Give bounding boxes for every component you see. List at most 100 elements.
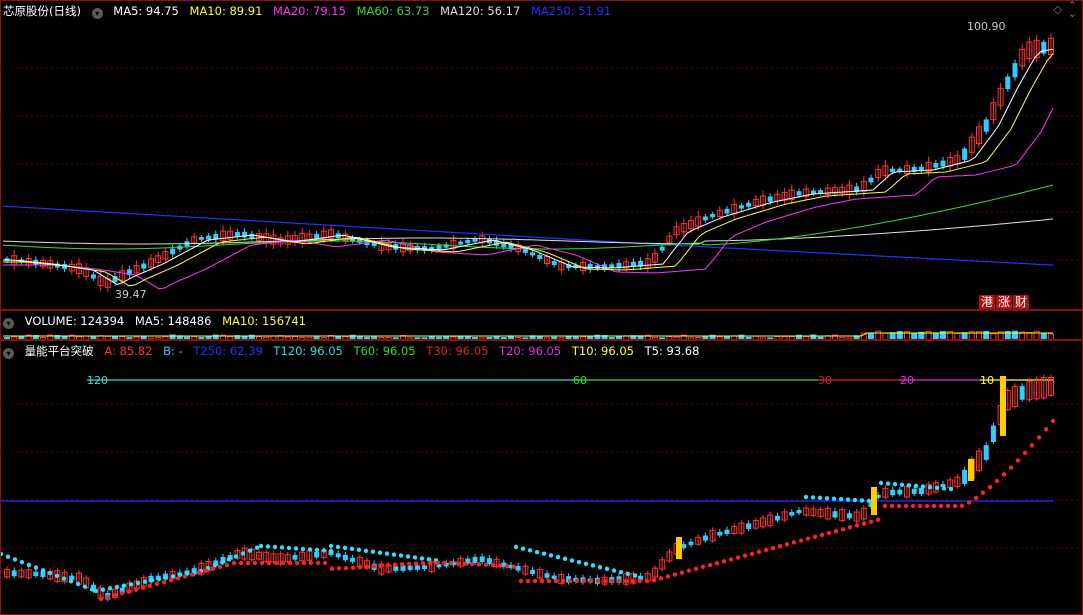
resistance-dot	[562, 556, 568, 561]
resistance-dot	[583, 561, 589, 566]
volume-ma-label: MA5: 148486	[134, 314, 212, 328]
support-dot	[959, 503, 965, 508]
candle-body	[1041, 41, 1047, 54]
indicator-value: T5: 93.68	[644, 344, 700, 358]
resistance-dot	[100, 587, 106, 592]
support-dot	[126, 589, 132, 594]
circle-down-icon[interactable]: ▾	[3, 318, 14, 329]
indicator-candle-body	[335, 553, 341, 558]
indicator-candle-body	[990, 425, 996, 443]
resistance-dot	[920, 484, 926, 489]
indicator-chart[interactable]	[1, 341, 1083, 615]
indicator-candle-body	[789, 512, 795, 516]
volume-bar	[1026, 332, 1033, 339]
candle-body	[242, 231, 248, 238]
resistance-dot	[520, 546, 526, 551]
price-panel[interactable]: 芯原股份(日线) ▾ MA5: 94.75 MA10: 89.91 MA20: …	[0, 0, 1083, 310]
breakout-bar	[968, 459, 974, 481]
support-dot	[1050, 418, 1056, 424]
resistance-dot	[240, 551, 246, 556]
diamond-icon[interactable]: ◇	[1054, 3, 1062, 16]
volume-label: VOLUME: 124394	[24, 314, 125, 328]
support-dot	[1043, 427, 1049, 432]
limit-up-tag[interactable]: 涨	[996, 295, 1013, 309]
candle-body	[933, 162, 939, 168]
support-dot	[924, 503, 930, 509]
resistance-dot	[258, 543, 264, 549]
candle-body	[551, 261, 557, 266]
candle-body	[530, 252, 536, 256]
indicator-candle-body	[774, 515, 780, 521]
resistance-dot	[19, 559, 25, 565]
candle-body	[1012, 63, 1018, 78]
price-chart[interactable]	[1, 1, 1083, 310]
candle-body	[868, 177, 874, 183]
volume-panel[interactable]: ▾ VOLUME: 124394 MA5: 148486 MA10: 15674…	[0, 310, 1083, 340]
candle-body	[472, 238, 478, 242]
resistance-dot	[335, 544, 341, 550]
resistance-dot	[61, 576, 67, 581]
support-dot	[343, 565, 349, 571]
level-label-60: 60	[573, 374, 587, 387]
resistance-dot	[527, 548, 533, 553]
support-dot	[399, 562, 405, 567]
indicator-candle-body	[342, 554, 348, 561]
resistance-dot	[391, 552, 397, 557]
support-dot	[826, 530, 832, 536]
candle-body	[206, 235, 212, 240]
support-dot	[301, 560, 307, 566]
support-dot	[987, 484, 993, 490]
breakout-bar	[676, 537, 682, 559]
indicator-candle-body	[897, 489, 903, 495]
resistance-dot	[314, 547, 320, 553]
circle-down-icon[interactable]: ▾	[91, 8, 103, 19]
resistance-dot	[810, 495, 816, 500]
support-dot	[273, 560, 279, 566]
indicator-candle-body	[544, 573, 550, 578]
support-dot	[469, 561, 475, 567]
support-dot	[609, 578, 615, 584]
resistance-dot	[412, 555, 418, 560]
hk-connect-tag[interactable]: 港	[979, 295, 996, 309]
support-dot	[637, 578, 643, 584]
support-dot	[315, 560, 321, 566]
resistance-dot	[5, 554, 11, 559]
circle-down-icon[interactable]: ▾	[3, 348, 14, 359]
resistance-dot	[906, 483, 912, 488]
down-caret-icon[interactable]: ⌄	[1068, 7, 1077, 20]
support-dot	[665, 574, 671, 579]
indicator-candle-body	[890, 489, 896, 496]
support-dot	[504, 564, 510, 569]
volume-bar	[882, 332, 889, 339]
candle-body	[738, 205, 744, 209]
resistance-dot	[913, 483, 919, 489]
support-dot	[105, 594, 111, 600]
support-dot	[581, 578, 587, 584]
support-dot	[560, 578, 566, 584]
support-dot	[791, 540, 797, 545]
resistance-dot	[219, 560, 225, 565]
resistance-dot	[128, 582, 134, 587]
support-dot	[623, 578, 629, 584]
resistance-dot	[254, 545, 260, 550]
resistance-dot	[625, 571, 631, 577]
finance-tag[interactable]: 财	[1013, 295, 1030, 309]
resistance-dot	[569, 558, 575, 563]
support-dot	[175, 576, 181, 581]
support-dot	[455, 561, 461, 566]
support-dot	[875, 517, 881, 523]
support-dot	[546, 578, 552, 584]
indicator-panel[interactable]: ▾ 量能平台突破 A: 85.82 B: - T250: 62.39 T120:…	[0, 340, 1083, 615]
support-dot	[238, 560, 244, 566]
resistance-dot	[576, 559, 582, 565]
support-dot	[840, 527, 846, 532]
resistance-dot	[363, 548, 369, 553]
indicator-candle-body	[846, 513, 852, 519]
resistance-dot	[142, 579, 148, 584]
support-dot	[777, 544, 783, 549]
resistance-dot	[163, 575, 169, 580]
support-dot	[189, 572, 195, 577]
resistance-dot	[941, 486, 947, 491]
support-dot	[350, 565, 356, 570]
support-dot	[203, 568, 209, 573]
